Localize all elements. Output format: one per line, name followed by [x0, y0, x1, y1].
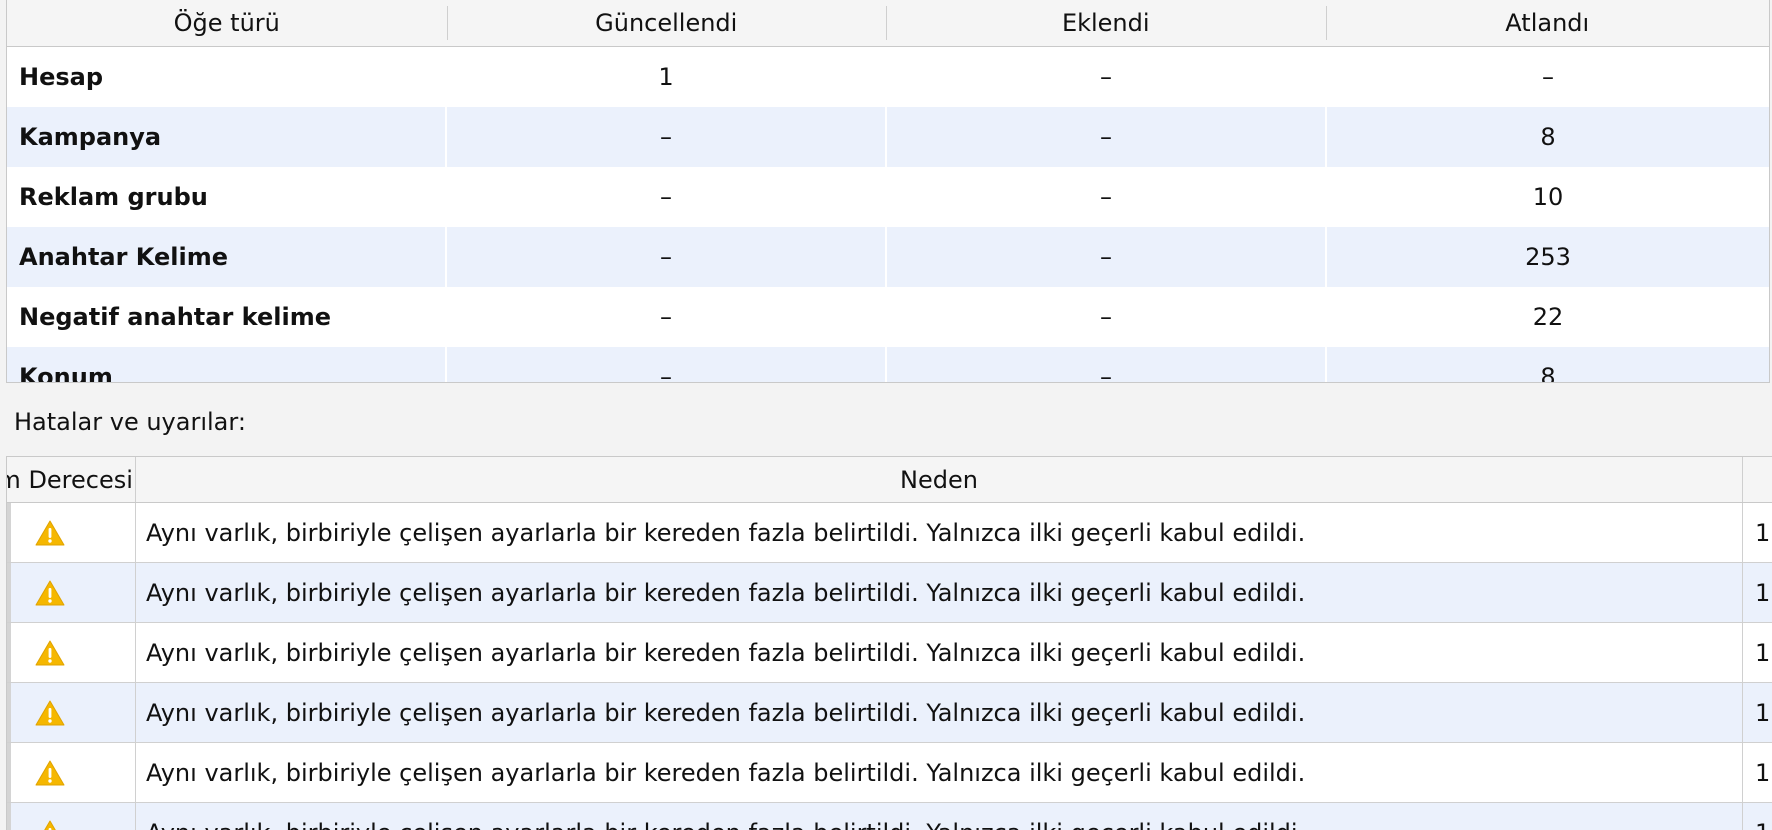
- updated-cell: –: [445, 107, 885, 167]
- table-row[interactable]: Aynı varlık, birbiriyle çelişen ayarlarl…: [7, 623, 1772, 683]
- table-row[interactable]: Aynı varlık, birbiriyle çelişen ayarlarl…: [7, 743, 1772, 803]
- table-row[interactable]: Aynı varlık, birbiriyle çelişen ayarlarl…: [7, 563, 1772, 623]
- item-type-cell: Negatif anahtar kelime: [19, 303, 331, 331]
- errors-warnings-label: Hatalar ve uyarılar:: [14, 408, 246, 436]
- item-type-cell: Konum: [19, 363, 113, 383]
- skipped-cell: 8: [1325, 107, 1769, 167]
- summary-table: Öğe türü Güncellendi Eklendi Atlandı Hes…: [6, 0, 1770, 383]
- column-header-severity[interactable]: Önem Derecesi: [7, 457, 135, 502]
- count-cell: 1: [1742, 743, 1772, 802]
- skipped-cell: 10: [1532, 183, 1564, 211]
- severity-cell: [7, 623, 135, 682]
- summary-table-header: Öğe türü Güncellendi Eklendi Atlandı: [7, 0, 1769, 47]
- table-row[interactable]: Aynı varlık, birbiriyle çelişen ayarlarl…: [7, 803, 1772, 830]
- item-type-cell: Anahtar Kelime: [19, 243, 228, 271]
- skipped-cell: 253: [1325, 227, 1769, 287]
- updated-cell: –: [445, 347, 885, 382]
- item-type-cell: Reklam grubu: [19, 183, 208, 211]
- skipped-cell: –: [1542, 63, 1554, 91]
- table-row[interactable]: Aynı varlık, birbiriyle çelişen ayarlarl…: [7, 503, 1772, 563]
- updated-cell: –: [445, 227, 885, 287]
- added-cell: –: [1100, 63, 1113, 91]
- warning-icon: [35, 760, 65, 785]
- item-type-cell: Hesap: [19, 63, 104, 91]
- count-cell: 1: [1742, 563, 1772, 622]
- table-row[interactable]: Hesap 1 – –: [7, 47, 1769, 107]
- table-row[interactable]: Anahtar Kelime – – 253: [7, 227, 1769, 287]
- errors-table: Önem Derecesi Neden Aynı varlık, birbiri…: [6, 456, 1772, 830]
- column-header-reason[interactable]: Neden: [134, 457, 1742, 502]
- severity-cell: [7, 803, 135, 830]
- reason-cell: Aynı varlık, birbiriyle çelişen ayarlarl…: [134, 743, 1742, 802]
- added-cell: –: [885, 107, 1325, 167]
- errors-table-header: Önem Derecesi Neden: [7, 457, 1772, 503]
- warning-icon: [35, 700, 65, 725]
- table-row[interactable]: Kampanya – – 8: [7, 107, 1769, 167]
- added-cell: –: [1100, 183, 1113, 211]
- table-row[interactable]: Aynı varlık, birbiriyle çelişen ayarlarl…: [7, 683, 1772, 743]
- severity-cell: [7, 503, 135, 562]
- column-header-severity-label: Önem Derecesi: [7, 465, 133, 494]
- count-cell: 1: [1742, 683, 1772, 742]
- severity-cell: [7, 563, 135, 622]
- added-cell: –: [885, 227, 1325, 287]
- warning-icon: [35, 640, 65, 665]
- reason-cell: Aynı varlık, birbiriyle çelişen ayarlarl…: [134, 803, 1742, 830]
- count-cell: 1: [1742, 803, 1772, 830]
- skipped-cell: 8: [1325, 347, 1769, 382]
- item-type-cell: Kampanya: [19, 123, 162, 151]
- reason-cell: Aynı varlık, birbiriyle çelişen ayarlarl…: [134, 563, 1742, 622]
- count-cell: 1: [1742, 503, 1772, 562]
- updated-cell: 1: [658, 63, 674, 91]
- column-header-item-type[interactable]: Öğe türü: [7, 0, 447, 46]
- skipped-cell: 22: [1532, 303, 1564, 331]
- table-row[interactable]: Negatif anahtar kelime – – 22: [7, 287, 1769, 347]
- column-header-updated[interactable]: Güncellendi: [446, 0, 887, 46]
- count-cell: 1: [1742, 623, 1772, 682]
- table-row[interactable]: Konum – – 8: [7, 347, 1769, 383]
- added-cell: –: [1100, 303, 1113, 331]
- column-header-count[interactable]: [1742, 457, 1772, 502]
- added-cell: –: [885, 347, 1325, 382]
- table-row[interactable]: Reklam grubu – – 10: [7, 167, 1769, 227]
- warning-icon: [43, 820, 57, 830]
- warning-icon: [35, 520, 65, 545]
- column-header-skipped[interactable]: Atlandı: [1325, 0, 1770, 46]
- updated-cell: –: [660, 303, 673, 331]
- updated-cell: –: [660, 183, 673, 211]
- severity-cell: [7, 743, 135, 802]
- reason-cell: Aynı varlık, birbiriyle çelişen ayarlarl…: [134, 683, 1742, 742]
- reason-cell: Aynı varlık, birbiriyle çelişen ayarlarl…: [134, 503, 1742, 562]
- severity-cell: [7, 683, 135, 742]
- warning-icon: [35, 580, 65, 605]
- reason-cell: Aynı varlık, birbiriyle çelişen ayarlarl…: [134, 623, 1742, 682]
- column-header-added[interactable]: Eklendi: [886, 0, 1326, 46]
